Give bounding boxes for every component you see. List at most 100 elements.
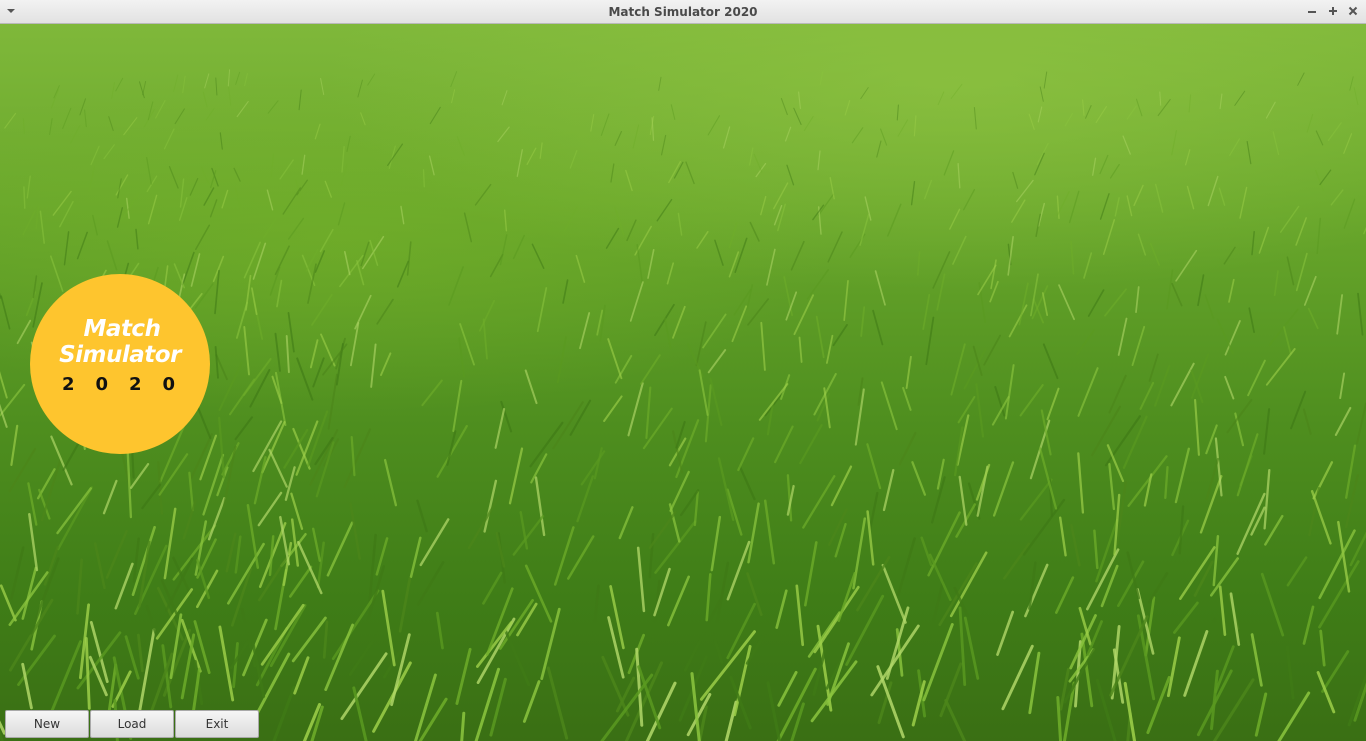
grass-blade (880, 381, 898, 431)
grass-blade (221, 189, 229, 209)
window-title: Match Simulator 2020 (608, 5, 758, 19)
grass-blade (314, 250, 326, 273)
grass-blade (1193, 560, 1214, 597)
grass-blade (309, 339, 319, 369)
grass-blade (246, 503, 260, 569)
grass-blade (406, 241, 412, 276)
grass-blade (813, 585, 860, 654)
grass-blade (1104, 288, 1127, 317)
grass-blade (925, 316, 935, 366)
grass-blade (747, 298, 769, 326)
grass-blade (913, 115, 917, 137)
grass-blade (367, 73, 376, 86)
grass-blade (1035, 213, 1041, 238)
grass-blade (815, 315, 825, 359)
grass-blade (173, 74, 179, 92)
grass-blade (267, 100, 279, 114)
grass-blade (872, 309, 884, 346)
grass-blade (76, 231, 88, 260)
grass-blade (1310, 490, 1332, 545)
grass-blade (1178, 505, 1185, 555)
grass-blade (636, 244, 644, 284)
close-icon[interactable] (1346, 4, 1360, 18)
grass-blade (764, 390, 785, 417)
grass-blade (607, 616, 625, 679)
grass-blade (49, 640, 82, 715)
grass-blade (182, 499, 197, 540)
grass-blade (943, 150, 955, 176)
grass-blade (795, 584, 805, 647)
grass-blade (1246, 140, 1252, 165)
title-bar[interactable]: Match Simulator 2020 (0, 0, 1366, 24)
grass-blade (1173, 601, 1199, 634)
grass-blade (726, 488, 743, 536)
grass-blade (648, 533, 655, 579)
grass-blade (524, 369, 538, 405)
grass-blade (460, 711, 466, 741)
grass-blade (963, 616, 980, 680)
grass-blade (234, 416, 254, 441)
grass-blade (868, 491, 879, 531)
grass-blade (1070, 523, 1081, 567)
grass-blade (1307, 307, 1319, 330)
grass-blade (478, 299, 496, 332)
grass-blade (383, 458, 398, 507)
grass-blade (784, 126, 792, 142)
grass-blade (1306, 113, 1314, 133)
new-button[interactable]: New (5, 710, 89, 738)
grass-blade (640, 354, 661, 385)
grass-blade (50, 89, 59, 109)
grass-blade (316, 541, 325, 589)
grass-blade (777, 670, 798, 707)
grass-blade (88, 166, 96, 192)
grass-blade (450, 71, 458, 88)
grass-blade (360, 112, 366, 126)
grass-blade (1070, 240, 1075, 275)
grass-blade (356, 260, 365, 286)
maximize-icon[interactable] (1326, 4, 1340, 18)
grass-blade (897, 119, 909, 137)
grass-blade (1250, 633, 1263, 687)
grass-blade (398, 577, 412, 633)
grass-blade (1272, 131, 1280, 156)
grass-blade (324, 623, 355, 691)
grass-blade (866, 443, 882, 490)
grass-blade (1038, 447, 1058, 510)
grass-blade (1126, 105, 1137, 120)
grass-blade (136, 633, 144, 673)
grass-blade (843, 279, 849, 322)
grass-blade (1083, 252, 1093, 279)
grass-blade (607, 338, 623, 380)
load-button[interactable]: Load (90, 710, 174, 738)
grass-blade (163, 128, 175, 150)
grass-blade (1186, 185, 1195, 210)
grass-blade (882, 468, 895, 512)
grass-blade (1019, 384, 1044, 417)
minimize-icon[interactable] (1305, 4, 1319, 18)
grass-blade (1247, 359, 1266, 397)
grass-blade (209, 199, 218, 218)
exit-button[interactable]: Exit (175, 710, 259, 738)
grass-blade (556, 336, 567, 384)
grass-blade (902, 386, 912, 411)
grass-blade (1285, 645, 1295, 700)
grass-blade (645, 386, 652, 439)
grass-blade (1109, 163, 1120, 179)
grass-blade (1248, 307, 1255, 334)
grass-blade (738, 465, 756, 501)
grass-blade (1302, 605, 1315, 645)
grass-blade (1286, 256, 1295, 286)
grass-blade (218, 416, 226, 479)
grass-blade (324, 180, 332, 198)
grass-blade (758, 383, 789, 421)
grass-blade (614, 130, 623, 146)
grass-blade (234, 535, 242, 574)
grass-blade (522, 680, 541, 723)
grass-blade (552, 401, 584, 450)
grass-blade (257, 491, 283, 527)
grass-blade (760, 321, 766, 371)
grass-blade (474, 667, 500, 741)
grass-blade (22, 210, 36, 236)
grass-blade (536, 287, 548, 333)
grass-blade (1068, 190, 1080, 224)
